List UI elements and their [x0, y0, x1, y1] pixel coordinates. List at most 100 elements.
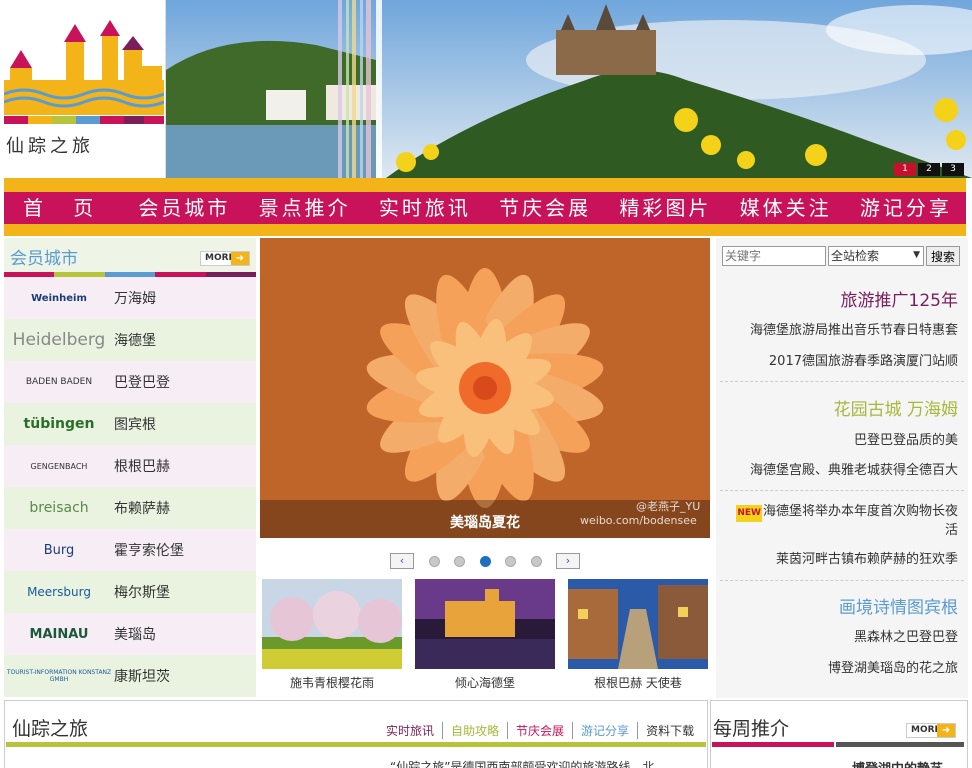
city-name: 海德堡: [114, 333, 156, 349]
divider: [720, 580, 964, 581]
weekly-picks-title: 每周推介: [713, 718, 790, 740]
member-cities-more-button[interactable]: MORE ➜: [200, 251, 250, 266]
search-scope-select[interactable]: 全站检索 ▼: [828, 246, 924, 266]
news-item[interactable]: 2017德国旅游春季路演厦门站顺: [769, 350, 958, 369]
hero-watermark: @老燕子_YU weibo.com/bodensee: [580, 500, 700, 528]
search-input[interactable]: [722, 246, 826, 266]
news-item[interactable]: 博登湖美瑙岛的花之旅: [828, 657, 958, 676]
breisach-logo: breisach: [29, 500, 89, 516]
baden-baden-logo: BADEN BADEN: [25, 377, 93, 387]
news-item[interactable]: 莱茵河畔古镇布赖萨赫的狂欢季: [776, 548, 958, 567]
thumb-caption[interactable]: 倾心海德堡: [415, 674, 555, 691]
chevron-down-icon: ▼: [913, 250, 920, 260]
city-row-heidelberg[interactable]: Heidelberg 海德堡: [4, 319, 256, 361]
slider-dot-5[interactable]: [530, 555, 542, 567]
city-row-mainau[interactable]: MAINAU 美瑙岛: [4, 613, 256, 655]
news-heading[interactable]: 花园古城 万海姆: [834, 395, 958, 420]
news-item[interactable]: 海德堡旅游局推出音乐节春日特惠套: [750, 319, 958, 338]
city-name: 霍亨索伦堡: [114, 543, 184, 559]
slider-prev-button[interactable]: ‹: [390, 553, 414, 569]
slider-dot-4[interactable]: [505, 555, 516, 567]
arrow-right-icon: ➜: [937, 724, 955, 737]
news-heading[interactable]: 旅游推广125年: [841, 286, 958, 311]
meersburg-logo: Meersburg: [27, 585, 91, 599]
nav-travelogues[interactable]: 游记分享: [846, 192, 966, 224]
nav-travel-news[interactable]: 实时旅讯: [365, 192, 485, 224]
arrow-right-icon: ➜: [231, 252, 249, 265]
link-self-guide[interactable]: 自助攻略: [442, 722, 507, 739]
weekly-bar-accent: [712, 742, 834, 747]
thumb-gengenbach[interactable]: [568, 579, 708, 669]
city-name: 巴登巴登: [114, 375, 170, 391]
thumb-caption[interactable]: 施韦青根樱花雨: [262, 674, 402, 691]
nav-top-stripe: [4, 178, 966, 192]
member-cities-panel: 会员城市 MORE ➜ Weinheim 万海姆 Heidelberg 海德堡 …: [4, 238, 257, 698]
thumb-image: [415, 579, 555, 669]
slider-dot-2[interactable]: [454, 555, 465, 567]
castle-logo-icon: [4, 20, 164, 124]
city-row-hohenzollern[interactable]: Burg 霍亨索伦堡: [4, 529, 256, 571]
nav-member-cities[interactable]: 会员城市: [124, 192, 244, 224]
news-item[interactable]: NEW 海德堡将举办本年度首次购物长夜活: [728, 503, 958, 539]
intro-links: 实时旅讯 自助攻略 节庆会展 游记分享 资料下载: [378, 722, 702, 739]
slider-controls: ‹ ›: [390, 552, 580, 570]
intro-title: 仙踪之旅: [12, 718, 89, 740]
city-row-breisach[interactable]: breisach 布赖萨赫: [4, 487, 256, 529]
link-travel-news[interactable]: 实时旅讯: [378, 722, 442, 739]
weinheim-logo: Weinheim: [31, 292, 87, 304]
news-item[interactable]: 黑森林之巴登巴登: [854, 626, 958, 645]
thumb-heidelberg[interactable]: [415, 579, 555, 669]
member-cities-header: 会员城市 MORE ➜: [4, 238, 256, 272]
news-heading[interactable]: 画境诗情图宾根: [839, 593, 958, 618]
divider: [720, 490, 964, 491]
nav-attractions[interactable]: 景点推介: [245, 192, 365, 224]
banner-image: [166, 0, 972, 178]
banner-page-3[interactable]: 3: [942, 163, 964, 176]
nav-gallery[interactable]: 精彩图片: [605, 192, 725, 224]
city-row-gengenbach[interactable]: GENGENBACH 根根巴赫: [4, 445, 256, 487]
hero-image: [260, 238, 710, 538]
thumb-caption[interactable]: 根根巴赫 天使巷: [568, 674, 708, 691]
banner-page-1[interactable]: 1: [894, 163, 916, 176]
weekly-pick-title[interactable]: 博登湖中的静艺: [852, 758, 943, 768]
burg-hohenzollern-logo: Burg: [43, 542, 75, 558]
hero-slideshow[interactable]: [260, 238, 710, 538]
city-row-baden-baden[interactable]: BADEN BADEN 巴登巴登: [4, 361, 256, 403]
search-button[interactable]: 搜索: [926, 246, 960, 266]
weekly-picks-more-button[interactable]: MORE ➜: [906, 723, 956, 738]
site-logo[interactable]: 仙踪之旅: [0, 0, 166, 178]
intro-teaser: “仙踪之旅”是德国西南部颇受欢迎的旅游路线，北: [390, 760, 655, 768]
mainau-logo: MAINAU: [29, 626, 89, 642]
news-item[interactable]: 海德堡宫殿、典雅老城获得全德百大: [750, 459, 958, 478]
nav-home[interactable]: 首 页: [4, 192, 124, 224]
link-downloads[interactable]: 资料下载: [637, 722, 702, 739]
banner-page-2[interactable]: 2: [918, 163, 940, 176]
slider-dot-3[interactable]: [479, 555, 491, 567]
city-row-weinheim[interactable]: Weinheim 万海姆: [4, 277, 256, 319]
heidelberg-logo: Heidelberg: [12, 330, 106, 350]
weekly-bar-dark: [836, 742, 964, 747]
main-nav: 首 页 会员城市 景点推介 实时旅讯 节庆会展 精彩图片 媒体关注 游记分享: [4, 192, 966, 224]
nav-media[interactable]: 媒体关注: [726, 192, 846, 224]
member-cities-title: 会员城市: [10, 249, 78, 269]
slider-next-button[interactable]: ›: [556, 553, 580, 569]
slider-dot-1[interactable]: [428, 555, 440, 567]
city-row-meersburg[interactable]: Meersburg 梅尔斯堡: [4, 571, 256, 613]
city-row-tuebingen[interactable]: tübingen 图宾根: [4, 403, 256, 445]
intro-bar: [6, 742, 706, 747]
city-name: 康斯坦茨: [114, 669, 170, 685]
link-travelogues[interactable]: 游记分享: [572, 722, 637, 739]
thumb-schwetzingen[interactable]: [262, 579, 402, 669]
news-item[interactable]: 巴登巴登品质的美: [854, 429, 958, 448]
banner-slideshow[interactable]: 1 2 3: [166, 0, 972, 178]
city-name: 梅尔斯堡: [114, 585, 170, 601]
city-name: 美瑙岛: [114, 627, 156, 643]
city-name: 根根巴赫: [114, 459, 170, 475]
new-badge: NEW: [736, 505, 762, 522]
city-row-konstanz[interactable]: TOURIST-INFORMATION KONSTANZ GMBH 康斯坦茨: [4, 655, 256, 697]
link-festivals[interactable]: 节庆会展: [507, 722, 572, 739]
thumb-image: [262, 579, 402, 669]
nav-festivals[interactable]: 节庆会展: [485, 192, 605, 224]
konstanz-logo: TOURIST-INFORMATION KONSTANZ GMBH: [6, 669, 112, 683]
thumb-image: [568, 579, 708, 669]
